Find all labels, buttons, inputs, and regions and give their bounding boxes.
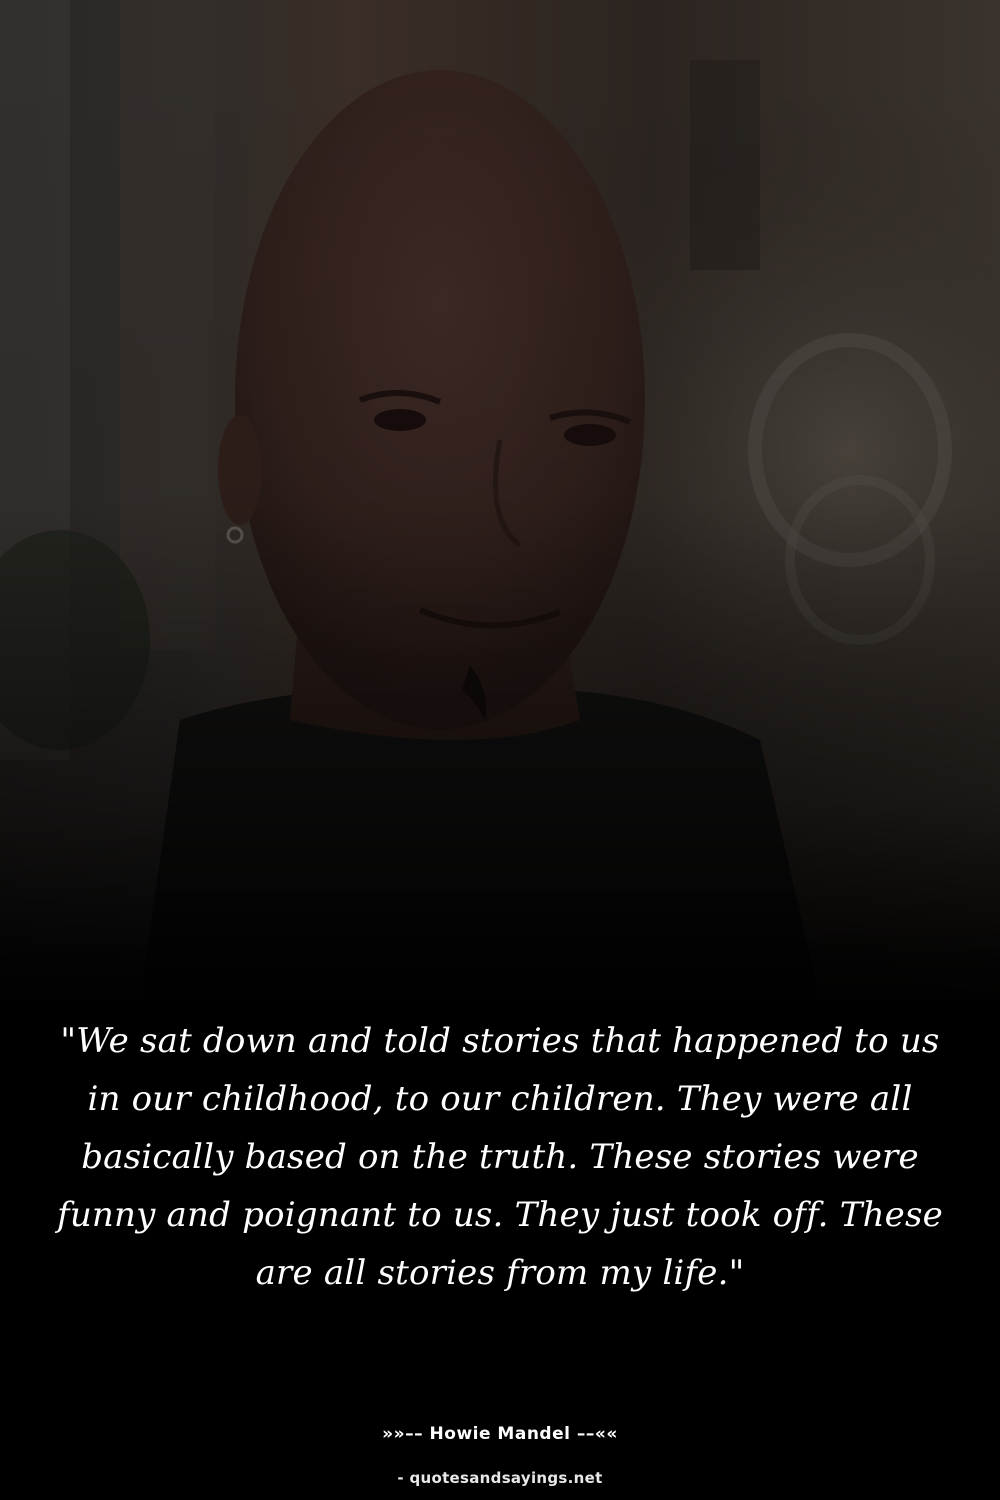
quote-text: "We sat down and told stories that happe… xyxy=(57,1021,943,1293)
source-credit: - quotesandsayings.net xyxy=(397,1469,603,1487)
author-attribution: »»–– Howie Mandel ––«« xyxy=(382,1424,618,1444)
quote-card: "We sat down and told stories that happe… xyxy=(0,0,1000,1500)
